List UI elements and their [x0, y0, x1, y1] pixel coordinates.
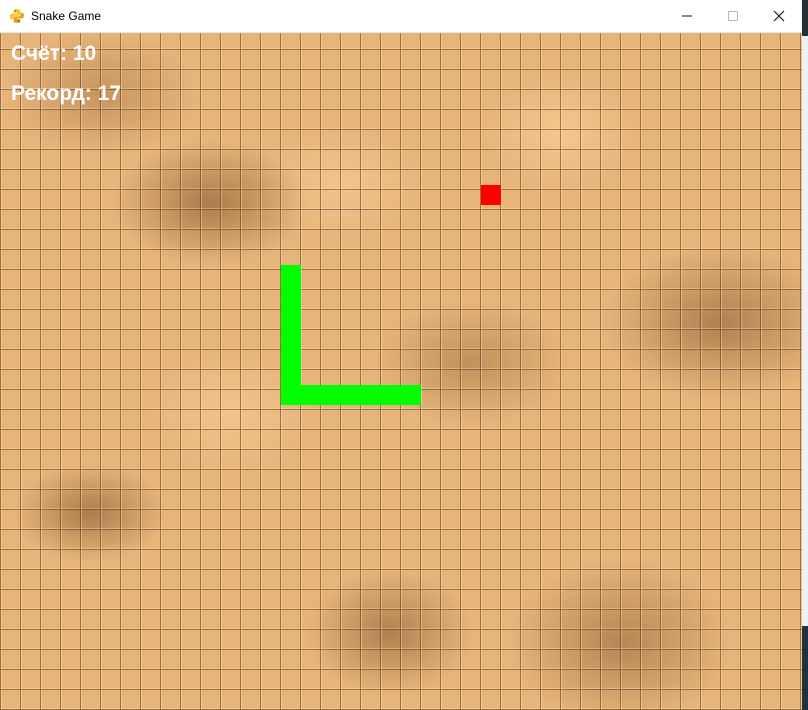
snake-segment	[281, 385, 301, 405]
snake-segment	[341, 385, 361, 405]
snake-segment	[281, 345, 301, 365]
snake-segment	[361, 385, 381, 405]
close-icon	[773, 10, 785, 22]
close-button[interactable]	[756, 0, 802, 32]
snake-segment	[381, 385, 401, 405]
minimize-icon	[682, 15, 692, 17]
maximize-icon	[728, 11, 738, 21]
background-window-edge	[802, 36, 808, 626]
minimize-button[interactable]	[664, 0, 710, 32]
background-strip	[802, 0, 808, 710]
snake-segment	[281, 365, 301, 385]
game-window: Snake Game Счёт: 10 Рекорд: 17	[0, 0, 802, 710]
food	[481, 185, 501, 205]
snake-segment	[321, 385, 341, 405]
snake-segment	[281, 325, 301, 345]
game-board[interactable]: Счёт: 10 Рекорд: 17	[0, 33, 802, 710]
snake-segment	[281, 265, 301, 285]
score-label: Счёт: 10	[11, 42, 97, 65]
snake-segment	[401, 385, 421, 405]
record-label: Рекорд: 17	[11, 82, 122, 105]
window-title: Snake Game	[31, 9, 102, 23]
tile-background	[0, 33, 802, 710]
snake-segment	[281, 285, 301, 305]
snake-segment	[281, 305, 301, 325]
python-icon	[9, 8, 25, 24]
snake-segment	[301, 385, 321, 405]
title-bar[interactable]: Snake Game	[0, 0, 802, 33]
maximize-button[interactable]	[710, 0, 756, 32]
